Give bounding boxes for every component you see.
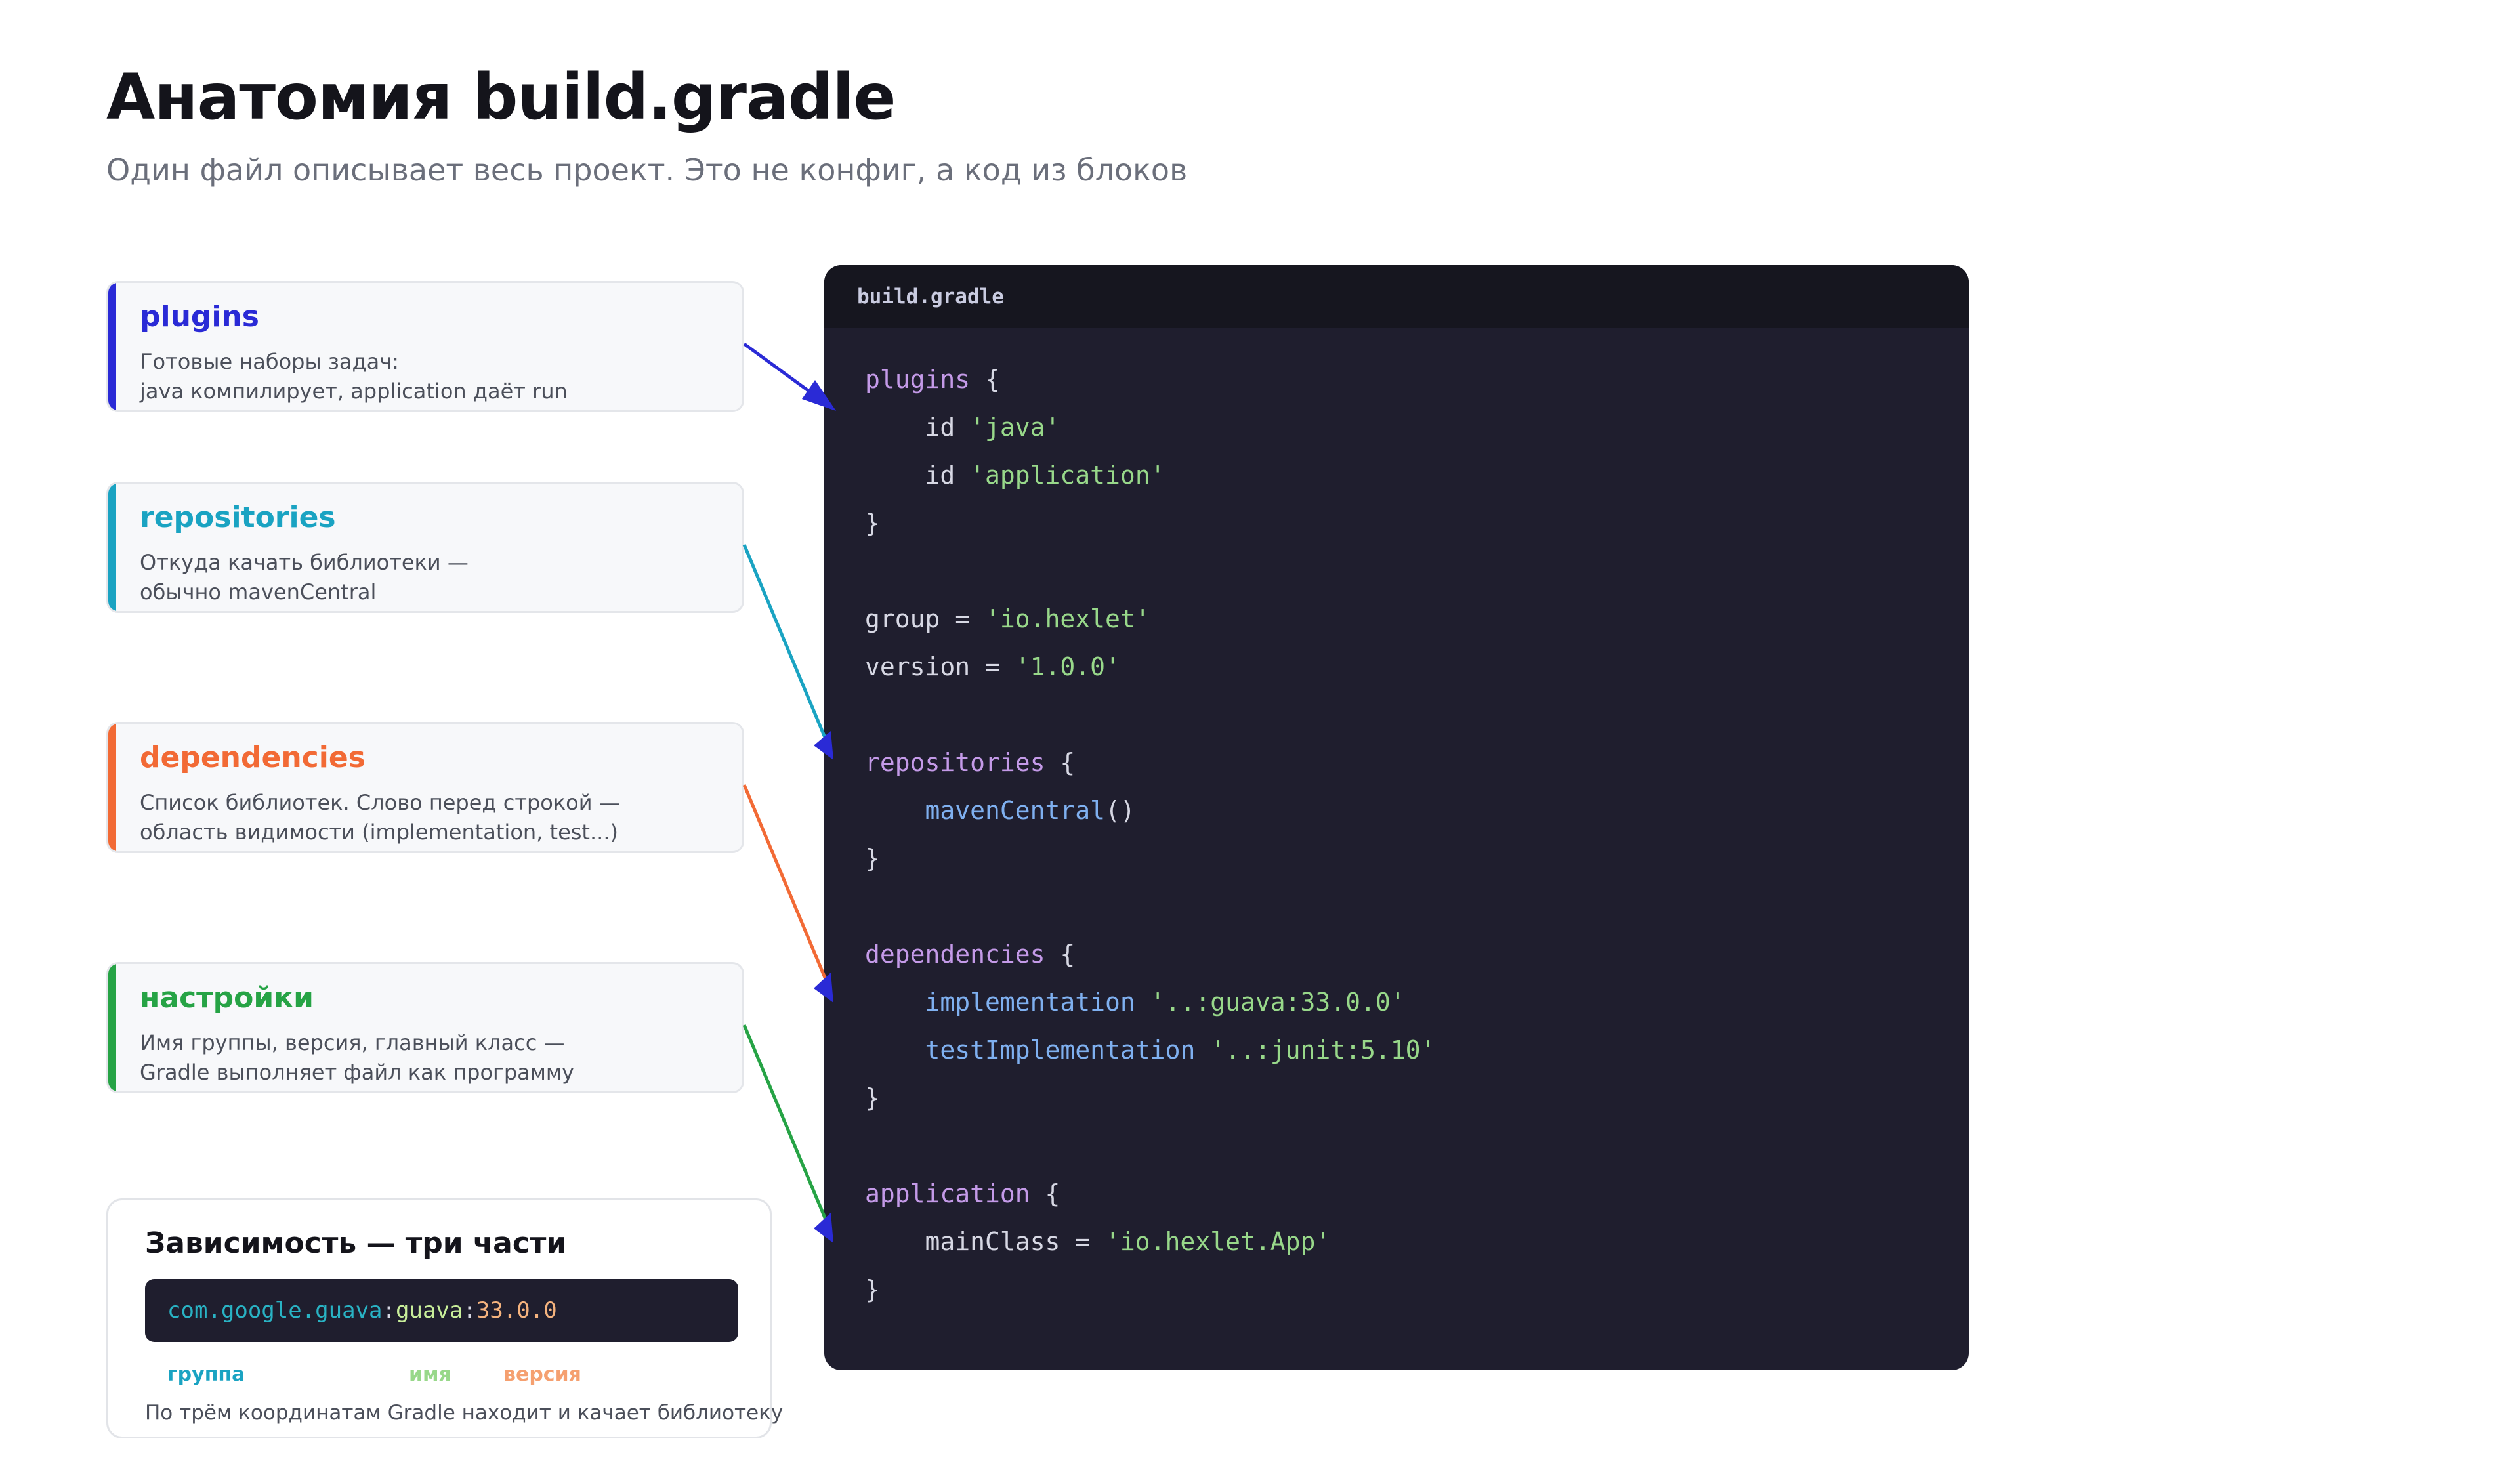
arrow-dependencies (742, 784, 831, 988)
dependency-explainer: Зависимость — три части com.google.guava… (106, 1198, 783, 1438)
dependency-coordinate: com.google.guava:guava:33.0.0 (145, 1279, 738, 1342)
dependency-title: Зависимость — три части (145, 1227, 567, 1260)
coord-separator: : (382, 1297, 396, 1324)
coord-version: 33.0.0 (476, 1297, 557, 1324)
arrow-repositories (742, 544, 831, 747)
label-version: версия (503, 1363, 581, 1386)
coord-separator: : (463, 1297, 476, 1324)
dependency-note: По трём координатам Gradle находит и кач… (145, 1401, 784, 1425)
label-name: имя (409, 1363, 452, 1386)
label-group: группа (167, 1363, 245, 1386)
arrow-settings (742, 1024, 831, 1228)
arrowhead-plugins (802, 380, 836, 411)
coord-group: com.google.guava (167, 1297, 383, 1324)
coord-name: guava (396, 1297, 463, 1324)
